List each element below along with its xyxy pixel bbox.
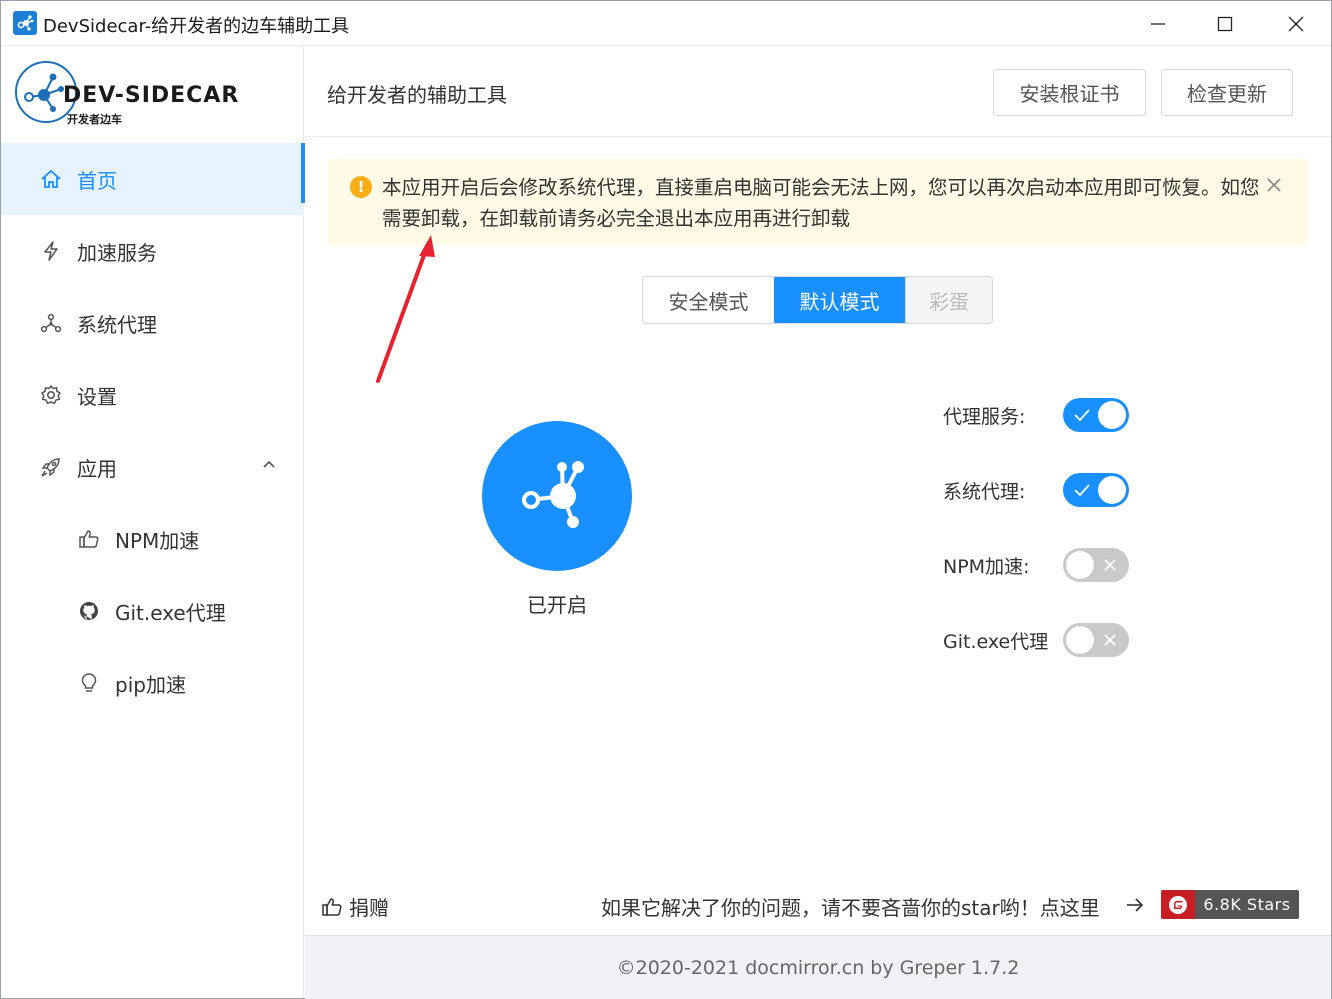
power-status: 已开启 (527, 593, 587, 617)
github-icon (77, 599, 101, 623)
system-proxy-switch[interactable] (1063, 473, 1129, 507)
donate-link[interactable]: 捐赠 (321, 892, 389, 921)
default-mode-button[interactable]: 默认模式 (774, 277, 905, 323)
logo-title: DEV-SIDECAR (63, 83, 240, 108)
install-cert-button[interactable]: 安装根证书 (993, 69, 1146, 116)
mode-selector: 安全模式 默认模式 彩蛋 (642, 276, 993, 324)
minimize-button[interactable] (1128, 1, 1188, 46)
git-proxy-switch[interactable] (1063, 623, 1129, 657)
sidebar-item-label: 应用 (77, 456, 117, 481)
window-title: DevSidecar-给开发者的边车辅助工具 (43, 16, 350, 37)
alert-message: 本应用开启后会修改系统代理，直接重启电脑可能会无法上网，您可以再次启动本应用即可… (382, 176, 1260, 230)
sidebar-item-apps[interactable]: 应用 (1, 431, 304, 503)
stars-count: 6.8K Stars (1195, 890, 1299, 919)
brand-logo: DEV-SIDECAR 开发者边车 (15, 61, 245, 127)
bulb-icon (77, 671, 101, 695)
like-icon (322, 897, 342, 916)
switch-knob (1098, 476, 1126, 504)
check-update-button[interactable]: 检查更新 (1161, 69, 1293, 116)
app-window: DevSidecar-给开发者的边车辅助工具 DEV-SIDECAR 开发者边车… (0, 0, 1332, 999)
star-prompt-link[interactable]: 如果它解决了你的问题，请不要吝啬你的star哟！点这里 (601, 892, 1100, 921)
arrow-right-icon (1127, 898, 1144, 912)
sidebar-item-label: 加速服务 (77, 240, 157, 265)
home-icon (39, 167, 63, 191)
like-icon (77, 527, 101, 551)
close-button[interactable] (1266, 1, 1326, 46)
network-icon (39, 311, 63, 335)
logo-subtitle: 开发者边车 (67, 113, 122, 126)
close-icon (1104, 559, 1116, 571)
copyright-text: ©2020-2021 docmirror.cn by Greper 1.7.2 (616, 957, 1020, 979)
sidebar-item-npm[interactable]: NPM加速 (1, 503, 304, 575)
sidebar-item-label: 系统代理 (77, 312, 157, 337)
gitee-icon (1161, 890, 1195, 919)
switch-label: Git.exe代理 (943, 630, 1049, 653)
sidebar: DEV-SIDECAR 开发者边车 首页 加速服务 系统代理 设置 应用 NPM… (1, 47, 305, 998)
thunderbolt-icon (39, 239, 63, 263)
sidebar-item-pip[interactable]: pip加速 (1, 647, 304, 719)
switch-row-proxy-service: 代理服务: (943, 397, 1129, 433)
minimize-icon (1151, 22, 1165, 25)
donate-label: 捐赠 (349, 896, 389, 920)
power-toggle-button[interactable] (482, 421, 632, 571)
close-icon[interactable] (1266, 177, 1282, 193)
switch-row-system-proxy: 系统代理: (943, 472, 1129, 508)
main-header: 给开发者的辅助工具 安装根证书 检查更新 (305, 47, 1331, 137)
switch-row-npm: NPM加速: (943, 547, 1129, 583)
gitee-stars-badge[interactable]: 6.8K Stars (1161, 890, 1299, 919)
npm-acceleration-switch[interactable] (1063, 548, 1129, 582)
sidebar-item-acceleration[interactable]: 加速服务 (1, 215, 304, 287)
check-icon (1074, 409, 1090, 422)
sidebar-item-label: 首页 (77, 168, 117, 193)
safe-mode-button[interactable]: 安全模式 (643, 277, 774, 323)
chevron-up-icon (263, 460, 275, 468)
check-icon (1074, 484, 1090, 497)
app-logo-icon (13, 11, 37, 35)
sidebar-item-label: Git.exe代理 (115, 600, 226, 625)
proxy-service-switch[interactable] (1063, 398, 1129, 432)
warning-alert: ! 本应用开启后会修改系统代理，直接重启电脑可能会无法上网，您可以再次启动本应用… (327, 159, 1308, 245)
switch-label: NPM加速: (943, 555, 1030, 578)
footer-actions: 捐赠 如果它解决了你的问题，请不要吝啬你的star哟！点这里 6.8K Star… (305, 881, 1331, 931)
maximize-button[interactable] (1195, 1, 1255, 46)
sidebar-item-system-proxy[interactable]: 系统代理 (1, 287, 304, 359)
annotation-arrow (376, 235, 435, 383)
sidebar-menu: 首页 加速服务 系统代理 设置 应用 NPM加速 Git.exe代理 pip加速 (1, 143, 305, 719)
switch-row-git: Git.exe代理 (943, 622, 1129, 658)
switch-knob (1066, 551, 1094, 579)
gear-icon (39, 383, 63, 407)
switch-label: 系统代理: (943, 480, 1026, 503)
warning-icon: ! (350, 176, 372, 198)
sidebar-item-git[interactable]: Git.exe代理 (1, 575, 304, 647)
maximize-icon (1217, 16, 1233, 31)
close-icon (1288, 16, 1304, 31)
rocket-icon (39, 455, 63, 479)
sidebar-item-label: NPM加速 (115, 528, 200, 553)
switch-knob (1098, 401, 1126, 429)
sidebar-item-settings[interactable]: 设置 (1, 359, 304, 431)
copyright-footer: ©2020-2021 docmirror.cn by Greper 1.7.2 (305, 935, 1331, 999)
sidebar-item-label: 设置 (77, 384, 117, 409)
page-title: 给开发者的辅助工具 (327, 83, 507, 107)
close-icon (1104, 634, 1116, 646)
sidecar-logo-icon (522, 461, 584, 528)
sidebar-item-home[interactable]: 首页 (1, 143, 305, 215)
title-bar: DevSidecar-给开发者的边车辅助工具 (1, 1, 1331, 46)
sidebar-item-label: pip加速 (115, 672, 186, 697)
switch-label: 代理服务: (943, 405, 1026, 428)
easter-egg-mode-button[interactable]: 彩蛋 (905, 277, 992, 323)
switch-knob (1066, 626, 1094, 654)
